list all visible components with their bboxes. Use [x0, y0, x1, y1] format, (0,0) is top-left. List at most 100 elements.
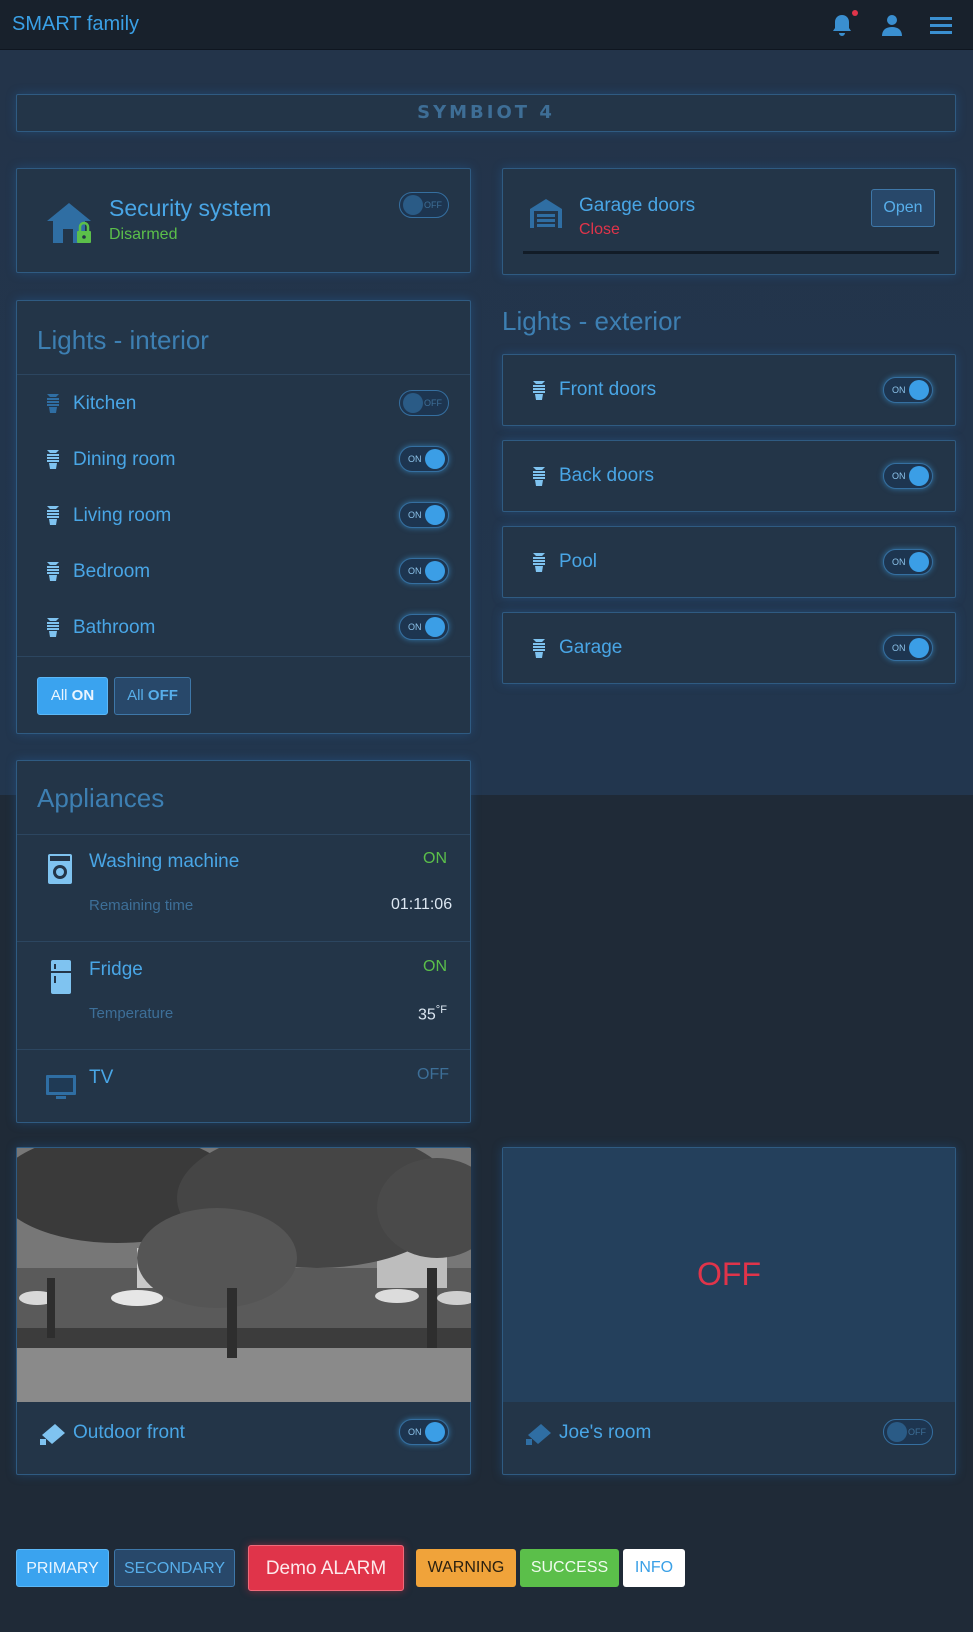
- bulb-icon: [533, 553, 545, 572]
- security-title: Security system: [109, 195, 272, 221]
- fridge-title: Fridge: [89, 959, 143, 980]
- camera-toggle-joes-room[interactable]: OFF: [883, 1419, 933, 1445]
- secondary-button[interactable]: SECONDARY: [114, 1549, 235, 1587]
- toggle-knob: [909, 638, 929, 658]
- divider: [17, 656, 470, 657]
- washing-machine-icon: [48, 854, 72, 884]
- light-toggle-bedroom[interactable]: ON: [399, 558, 449, 584]
- app-title[interactable]: SMART family: [12, 13, 139, 36]
- house-lock-icon: [47, 203, 91, 243]
- light-toggle-kitchen[interactable]: OFF: [399, 390, 449, 416]
- light-toggle-bathroom[interactable]: ON: [399, 614, 449, 640]
- user-icon[interactable]: [879, 12, 905, 38]
- light-label-dining-room: Dining room: [73, 449, 176, 470]
- toggle-label: ON: [892, 385, 906, 395]
- fridge-icon: [51, 960, 71, 994]
- toggle-label: ON: [408, 510, 422, 520]
- toggle-label: OFF: [424, 200, 442, 210]
- bulb-icon: [533, 381, 545, 400]
- divider: [17, 1049, 470, 1050]
- lights-interior-title: Lights - interior: [37, 325, 209, 355]
- bulb-icon: [47, 394, 59, 413]
- toggle-knob: [909, 380, 929, 400]
- lights-interior-card: Lights - interior Kitchen OFF Dining roo…: [16, 300, 471, 734]
- camera-feed-image[interactable]: [17, 1148, 471, 1402]
- divider: [17, 941, 470, 942]
- toggle-label: OFF: [908, 1427, 926, 1437]
- bell-icon[interactable]: [829, 12, 855, 38]
- warning-button[interactable]: WARNING: [416, 1549, 516, 1587]
- fridge-state: ON: [423, 958, 447, 975]
- camera-off-text: OFF: [697, 1256, 761, 1292]
- toggle-knob: [425, 1422, 445, 1442]
- toggle-label: ON: [892, 643, 906, 653]
- camera-label-outdoor: Outdoor front: [73, 1422, 185, 1443]
- tv-title: TV: [89, 1067, 114, 1088]
- garage-status: Close: [579, 221, 620, 238]
- ext-light-card-pool: Pool ON: [502, 526, 956, 598]
- all-off-button[interactable]: All OFF: [114, 677, 191, 715]
- ext-light-label-front-doors: Front doors: [559, 379, 657, 400]
- camera-card-joes-room: OFF Joe's room OFF: [502, 1147, 956, 1475]
- security-card: Security system Disarmed OFF: [16, 168, 471, 273]
- demo-alarm-button[interactable]: Demo ALARM: [248, 1545, 404, 1591]
- fridge-sub: Temperature: [89, 1005, 174, 1022]
- washing-machine-state: ON: [423, 850, 447, 867]
- logo-bar: SYMBIOT 4: [16, 94, 956, 132]
- toggle-label: ON: [408, 454, 422, 464]
- fridge-unit: °F: [435, 1004, 447, 1016]
- ext-light-toggle-pool[interactable]: ON: [883, 549, 933, 575]
- security-status: Disarmed: [109, 226, 178, 243]
- ext-light-card-front-doors: Front doors ON: [502, 354, 956, 426]
- garage-icon: [530, 199, 562, 228]
- light-toggle-dining-room[interactable]: ON: [399, 446, 449, 472]
- toggle-label: ON: [408, 622, 422, 632]
- ext-light-card-garage: Garage ON: [502, 612, 956, 684]
- menu-icon[interactable]: [928, 12, 954, 38]
- toggle-knob: [909, 466, 929, 486]
- logo-text: SYMBIOT 4: [417, 102, 555, 123]
- divider: [17, 834, 470, 835]
- bulb-icon: [533, 639, 545, 658]
- toggle-knob: [425, 505, 445, 525]
- ext-light-card-back-doors: Back doors ON: [502, 440, 956, 512]
- toggle-label: ON: [892, 471, 906, 481]
- security-toggle[interactable]: OFF: [399, 192, 449, 218]
- toggle-knob: [887, 1422, 907, 1442]
- all-off-prefix: All: [127, 687, 144, 704]
- info-button[interactable]: INFO: [623, 1549, 685, 1587]
- bulb-icon: [47, 562, 59, 581]
- garage-open-button[interactable]: Open: [871, 189, 935, 227]
- toggle-label: ON: [408, 566, 422, 576]
- camera-icon: [40, 1424, 65, 1445]
- divider: [17, 374, 470, 375]
- toggle-knob: [403, 393, 423, 413]
- toggle-knob: [909, 552, 929, 572]
- success-button[interactable]: SUCCESS: [520, 1549, 619, 1587]
- all-on-button[interactable]: All ON: [37, 677, 108, 715]
- appliances-title: Appliances: [37, 783, 165, 813]
- ext-light-toggle-front-doors[interactable]: ON: [883, 377, 933, 403]
- garage-card: Garage doors Close Open: [502, 168, 956, 275]
- top-bar: SMART family: [0, 0, 973, 50]
- camera-icon: [526, 1424, 551, 1445]
- ext-light-label-back-doors: Back doors: [559, 465, 655, 486]
- ext-light-toggle-garage[interactable]: ON: [883, 635, 933, 661]
- toggle-label: OFF: [424, 398, 442, 408]
- garage-title: Garage doors: [579, 195, 696, 216]
- toggle-knob: [425, 449, 445, 469]
- light-label-bedroom: Bedroom: [73, 561, 151, 582]
- toggle-label: ON: [408, 1427, 422, 1437]
- appliances-card: Appliances Washing machine ON Remaining …: [16, 760, 471, 1123]
- camera-label-joes-room: Joe's room: [559, 1422, 652, 1443]
- ext-light-toggle-back-doors[interactable]: ON: [883, 463, 933, 489]
- tv-state: OFF: [417, 1066, 449, 1083]
- primary-button[interactable]: PRIMARY: [16, 1549, 109, 1587]
- light-label-living-room: Living room: [73, 505, 172, 526]
- bulb-icon: [47, 618, 59, 637]
- light-toggle-living-room[interactable]: ON: [399, 502, 449, 528]
- camera-toggle-outdoor[interactable]: ON: [399, 1419, 449, 1445]
- light-label-kitchen: Kitchen: [73, 393, 137, 414]
- fridge-value: 35°F: [418, 1004, 447, 1024]
- tv-icon: [46, 1075, 76, 1099]
